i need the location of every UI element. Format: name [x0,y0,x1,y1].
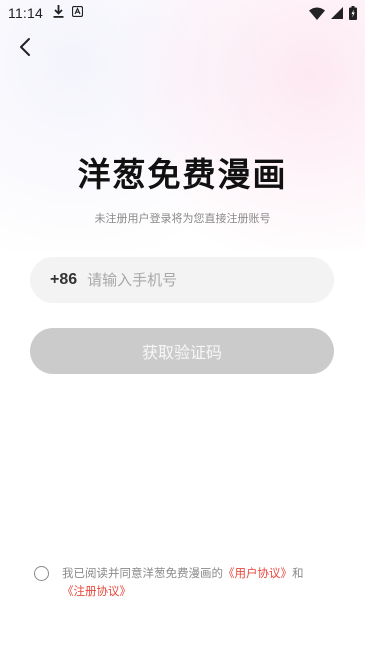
agreement-text: 我已阅读并同意洋葱免费漫画的《用户协议》和《注册协议》 [62,564,352,600]
phone-input[interactable] [87,271,298,289]
get-code-button[interactable]: 获取验证码 [30,328,334,374]
status-icons-right [309,6,357,24]
back-arrow-icon [18,37,32,61]
register-hint: 未注册用户登录将为您直接注册账号 [94,212,271,225]
agreement-conjunction: 和 [292,566,304,580]
agreement-prefix: 我已阅读并同意洋葱免费漫画的 [62,566,223,580]
country-code[interactable]: +86 [50,271,77,289]
phone-field[interactable]: +86 [30,257,334,303]
back-button[interactable] [12,36,38,62]
download-icon [53,4,64,22]
battery-charging-icon [349,6,357,24]
agreement-checkbox[interactable] [34,566,49,581]
status-time: 11:14 [8,5,43,21]
wifi-icon [309,7,325,24]
status-icons-left [53,4,84,22]
app-title: 洋葱免费漫画 [77,155,288,194]
status-bar: 11:14 [0,0,365,26]
user-agreement-link[interactable]: 《用户协议》 [223,566,292,580]
app-notification-icon [71,5,84,21]
register-agreement-link[interactable]: 《注册协议》 [62,584,131,598]
cellular-signal-icon [331,7,343,23]
